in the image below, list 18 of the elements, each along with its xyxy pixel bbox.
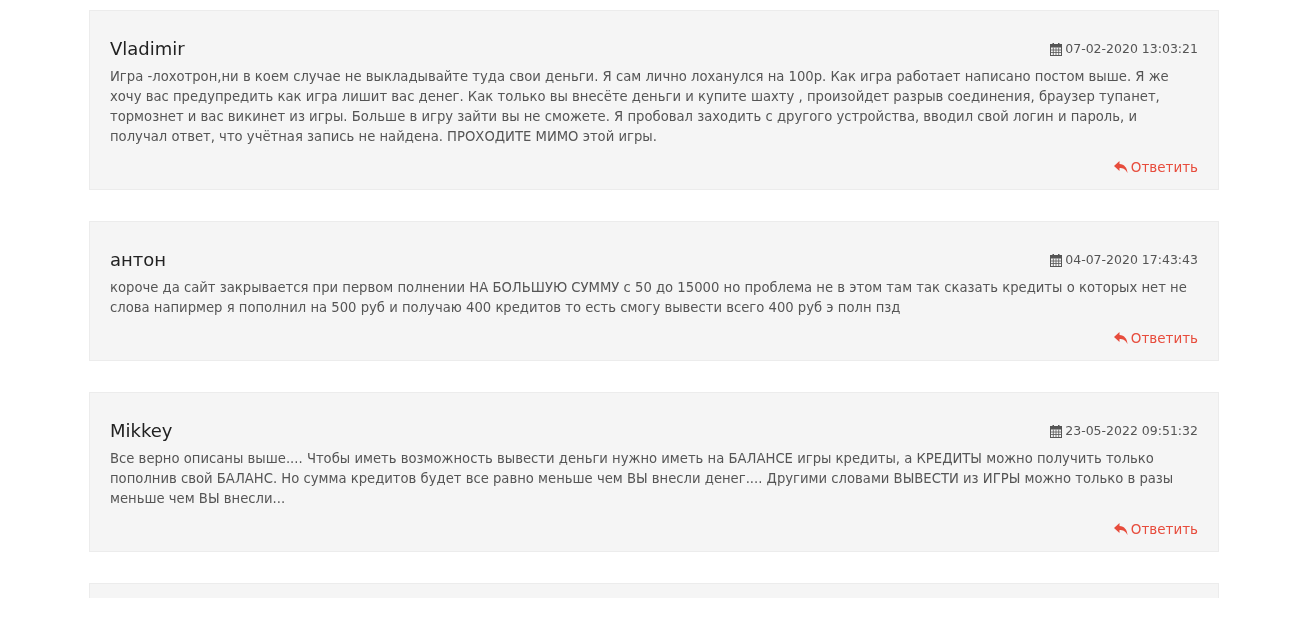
reply-icon — [1113, 332, 1128, 344]
author-name: Vladimir — [110, 37, 185, 61]
author-name: Mikkey — [110, 419, 173, 443]
comment-date: 23-05-2022 09:51:32 — [1065, 421, 1198, 440]
comment-text: короче да сайт закрывается при первом полнении НА БОЛЬШУЮ СУММУ с 50 до 15000 но проблема не в этом там так сказать кредиты о которых нет не слова напирмер я пополнил на 500 руб и получаю 400 кредитов то есть смогу вывести всего 400 руб э полн пзд — [110, 279, 1188, 317]
comment-date: 04-07-2020 17:43:43 — [1065, 250, 1198, 269]
reply-icon — [1113, 161, 1128, 173]
calendar-icon — [1050, 42, 1063, 56]
calendar-icon — [1050, 253, 1063, 267]
comment-text: Все верно описаны выше.... Чтобы иметь возможность вывести деньги нужно иметь на БАЛАНСЕ игры кредиты, а КРЕДИТЫ можно получить только пополнив свой БАЛАНС. Но сумма кредитов будет все равно меньше чем ВЫ внесли денег.... Другими словами ВЫВЕСТИ из ИГРЫ можно только в разы меньше чем ВЫ внесли... — [110, 450, 1175, 508]
reply-icon — [1113, 523, 1128, 535]
comment-date: 07-02-2020 13:03:21 — [1065, 39, 1198, 58]
comment-text: Игра -лохотрон,ни в коем случае не выкладывайте туда свои деньги. Я сам лично лоханулся на 100р. Как игра работает написано постом выше. Я же хочу вас предупредить как игра лишит вас денег. Как только вы внесёте деньги и купите шахту , произойдет разрыв соединения, браузер тупанет, тормознет и вас викинет из игры. Больше в игру зайти вы не сможете. Я пробовал заходить с другого устройства, вводил свой логин и пароль, и получал ответ, что учётная запись не найдена. ПРОХОДИТЕ МИМО этой игры. — [110, 68, 1170, 146]
reply-link[interactable]: Ответить — [1113, 519, 1198, 539]
calendar-icon — [1050, 424, 1063, 438]
reply-link[interactable]: Ответить — [1113, 157, 1198, 177]
reply-link[interactable]: Ответить — [1113, 328, 1198, 348]
author-name: антон — [110, 248, 167, 272]
